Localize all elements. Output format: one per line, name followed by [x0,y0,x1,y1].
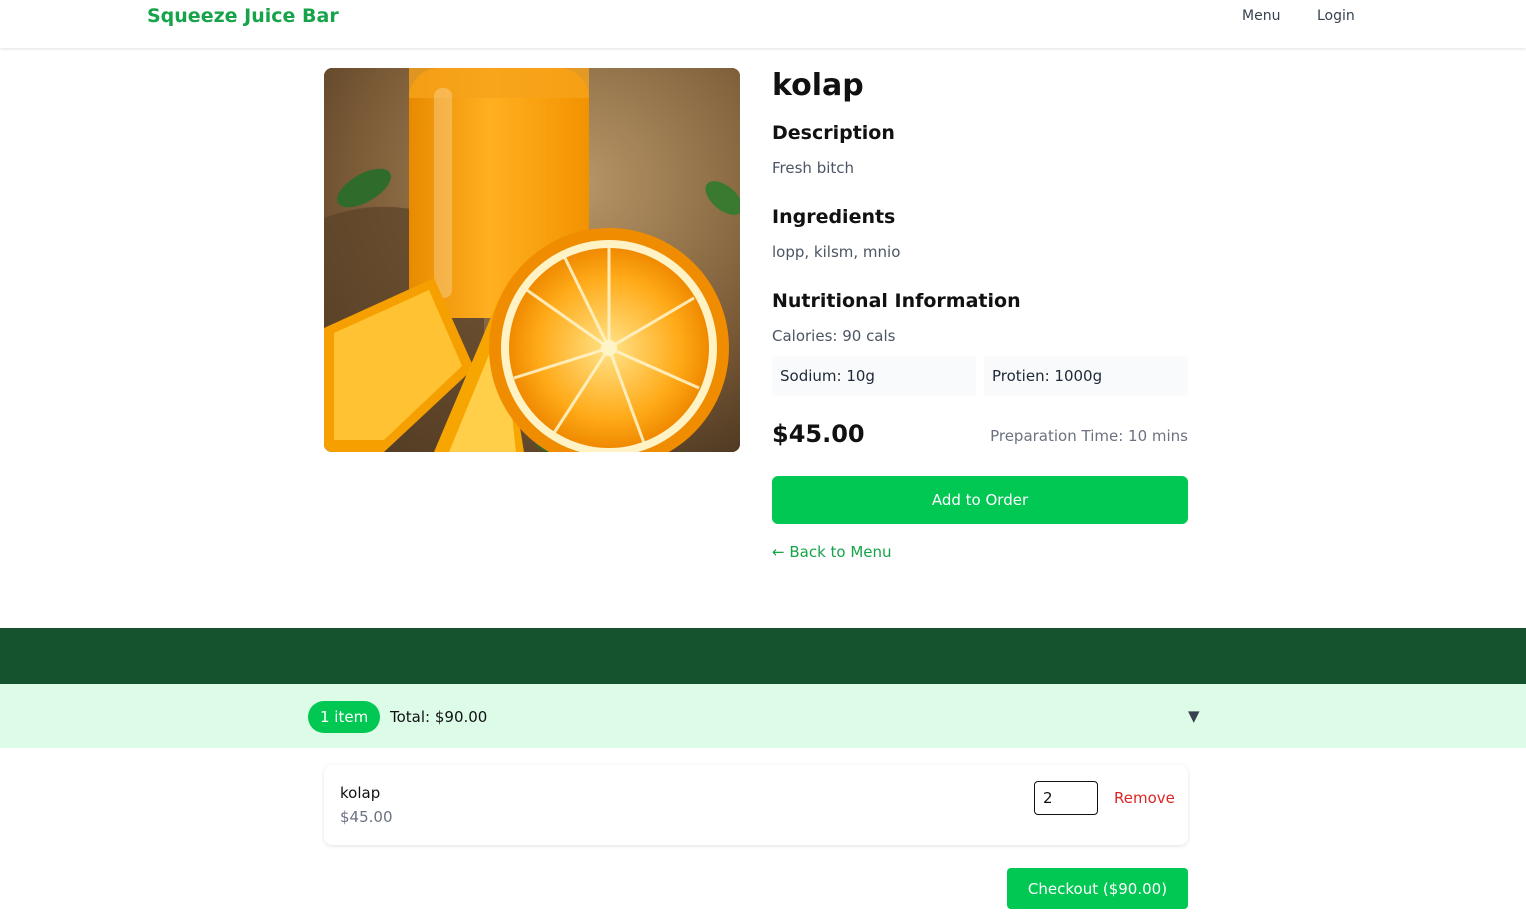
brand-logo[interactable]: Squeeze Juice Bar [147,5,339,27]
sodium-box: Sodium: 10g [772,356,976,396]
orange-juice-illustration [324,68,740,452]
cart-item: kolap $45.00 Remove [324,765,1188,845]
remove-item-button[interactable]: Remove [1114,789,1175,807]
product-image [324,68,740,452]
ingredients-text: lopp, kilsm, mnio [772,243,901,261]
cart-count-badge: 1 item [308,701,381,733]
nutrition-heading: Nutritional Information [772,290,1021,312]
cart-item-price: $45.00 [340,808,393,826]
cart-total: Total: $90.00 [390,708,488,726]
ingredients-heading: Ingredients [772,206,896,228]
description-heading: Description [772,122,895,144]
cart-panel: kolap $45.00 Remove Checkout ($90.00) [0,748,1526,920]
top-navbar: Squeeze Juice Bar Menu Login [0,0,1526,48]
description-text: Fresh bitch [772,159,855,177]
quantity-input[interactable] [1034,781,1098,815]
back-to-menu-link[interactable]: ← Back to Menu [772,543,892,561]
collapse-cart-icon[interactable]: ▼ [1188,707,1200,725]
calories-text: Calories: 90 cals [772,327,896,345]
cart-item-name: kolap [340,784,381,802]
add-to-order-button[interactable]: Add to Order [772,476,1188,524]
protein-box: Protien: 1000g [984,356,1188,396]
nav-login-link[interactable]: Login [1317,8,1355,24]
preparation-time: Preparation Time: 10 mins [990,427,1188,445]
checkout-button[interactable]: Checkout ($90.00) [1007,868,1188,909]
cart-summary-bar[interactable]: 1 item Total: $90.00 ▼ [0,684,1526,748]
product-price: $45.00 [772,420,865,448]
product-title: kolap [772,68,864,103]
nav-menu-link[interactable]: Menu [1242,8,1280,24]
